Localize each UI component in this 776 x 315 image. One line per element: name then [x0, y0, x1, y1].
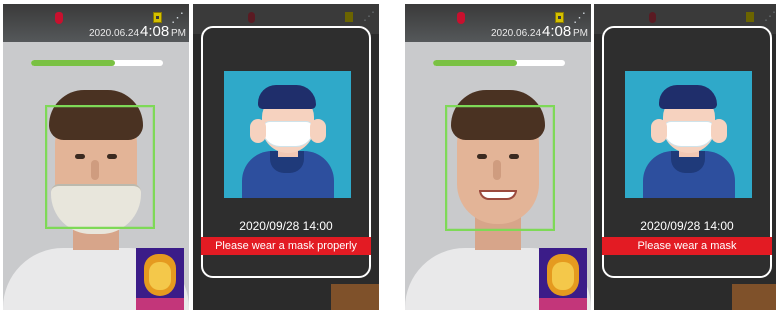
status-bar: ⋰ 2020.06.24 4:08 PM	[405, 4, 591, 42]
thermometer-icon	[649, 12, 656, 23]
camera-view-left: ⋰ 2020.06.24 4:08 PM	[3, 4, 189, 310]
network-icon: ⋰	[171, 10, 184, 25]
network-icon: ⋰	[363, 9, 375, 23]
face-detection-frame	[445, 105, 555, 231]
sd-card-icon	[555, 12, 564, 23]
illustration-right-hand	[711, 119, 727, 143]
mask-illustration	[625, 71, 752, 198]
alert-screen-right: ⋰ 2020/09/28 14:00 Please wear a mask	[594, 4, 776, 310]
thermal-preview	[136, 248, 184, 310]
thermometer-icon	[248, 12, 255, 23]
network-icon: ⋰	[573, 10, 586, 25]
recognition-progress-fill	[433, 60, 518, 66]
illustration-left-hand	[651, 119, 667, 143]
thermal-face	[552, 262, 574, 290]
alert-screen-left: ⋰ 2020/09/28 14:00 Please wear a mask pr…	[193, 4, 379, 310]
alert-message: Please wear a mask	[602, 237, 772, 255]
illustration-right-hand	[310, 119, 326, 143]
thermal-preview-dim	[732, 284, 776, 310]
recognition-progress	[31, 60, 163, 66]
network-icon: ⋰	[764, 9, 776, 23]
recognition-progress	[433, 60, 565, 66]
alert-datetime: 2020/09/28 14:00	[640, 219, 734, 233]
status-date: 2020.06.24	[89, 28, 140, 39]
status-bar: ⋰ 2020.06.24 4:08 PM	[3, 4, 189, 42]
camera-view-right: ⋰ 2020.06.24 4:08 PM	[405, 4, 591, 310]
face-detection-frame	[45, 105, 155, 229]
illustration-mask	[262, 121, 314, 147]
illustration-hair	[258, 85, 316, 109]
thermal-body	[136, 298, 184, 310]
status-time: 4:08	[140, 23, 170, 40]
recognition-progress-fill	[31, 60, 116, 66]
sd-card-icon	[345, 12, 353, 22]
sd-card-icon	[153, 12, 162, 23]
status-meridiem: PM	[171, 28, 186, 39]
illustration-mask	[663, 121, 715, 147]
thermal-body	[539, 298, 587, 310]
thermal-preview-dim	[331, 284, 379, 310]
mask-illustration	[224, 71, 351, 198]
alert-message: Please wear a mask properly	[201, 237, 371, 255]
thermal-preview	[539, 248, 587, 310]
thermal-face	[149, 262, 171, 290]
status-date: 2020.06.24	[491, 28, 542, 39]
status-time: 4:08	[542, 23, 572, 40]
status-meridiem: PM	[573, 28, 588, 39]
thermometer-icon	[457, 12, 465, 24]
illustration-left-hand	[250, 119, 266, 143]
sd-card-icon	[746, 12, 754, 22]
illustration-hair	[659, 85, 717, 109]
alert-datetime: 2020/09/28 14:00	[239, 219, 333, 233]
thermometer-icon	[55, 12, 63, 24]
